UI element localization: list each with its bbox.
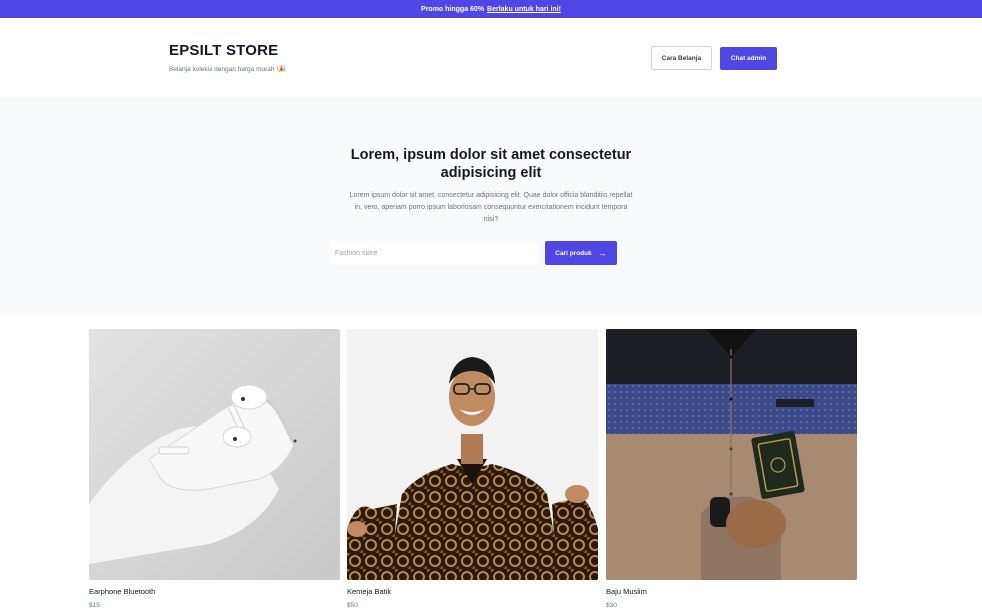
product-name[interactable]: Earphone Bluetooth [89, 587, 340, 596]
promo-banner: Promo hingga 60% Berlaku untuk hari ini! [0, 0, 982, 18]
arrow-right-icon: → [597, 247, 607, 258]
product-price: $50 [347, 602, 358, 609]
guide-button[interactable]: Cara Belanja [651, 46, 712, 70]
product-image-earphone[interactable] [89, 329, 340, 580]
product-name[interactable]: Baju Muslim [606, 587, 857, 596]
product-card[interactable]: Baju Muslim $30 [606, 329, 857, 609]
site-header: EPSILT STORE Belanja koleksi dengan harg… [0, 18, 982, 97]
promo-text: Promo hingga 60% [421, 5, 485, 13]
hero-description: Lorem ipsum dolor sit amet, consectetur … [349, 192, 633, 223]
chat-admin-button[interactable]: Chat admin [720, 47, 777, 70]
product-image-batik[interactable] [347, 329, 598, 580]
product-price: $30 [606, 602, 617, 609]
product-card[interactable]: Earphone Bluetooth $15 [89, 329, 340, 609]
product-image-muslim-shirt[interactable] [606, 329, 857, 580]
product-name[interactable]: Kemeja Batik [347, 587, 598, 596]
hero-section: Lorem, ipsum dolor sit amet consectetur … [0, 97, 982, 313]
search-button-label: Cari produk [555, 249, 592, 257]
search-input[interactable] [330, 241, 538, 265]
brand-logo[interactable]: EPSILT STORE [169, 42, 278, 59]
search-button[interactable]: Cari produk → [545, 241, 617, 265]
hero-title: Lorem, ipsum dolor sit amet consectetur … [350, 147, 632, 181]
product-card[interactable]: Kemeja Batik $50 [347, 329, 598, 609]
product-price: $15 [89, 602, 100, 609]
promo-link[interactable]: Berlaku untuk hari ini! [487, 6, 561, 13]
brand-tagline: Belanja koleksi dengan harga murah !🎉 [169, 66, 287, 73]
